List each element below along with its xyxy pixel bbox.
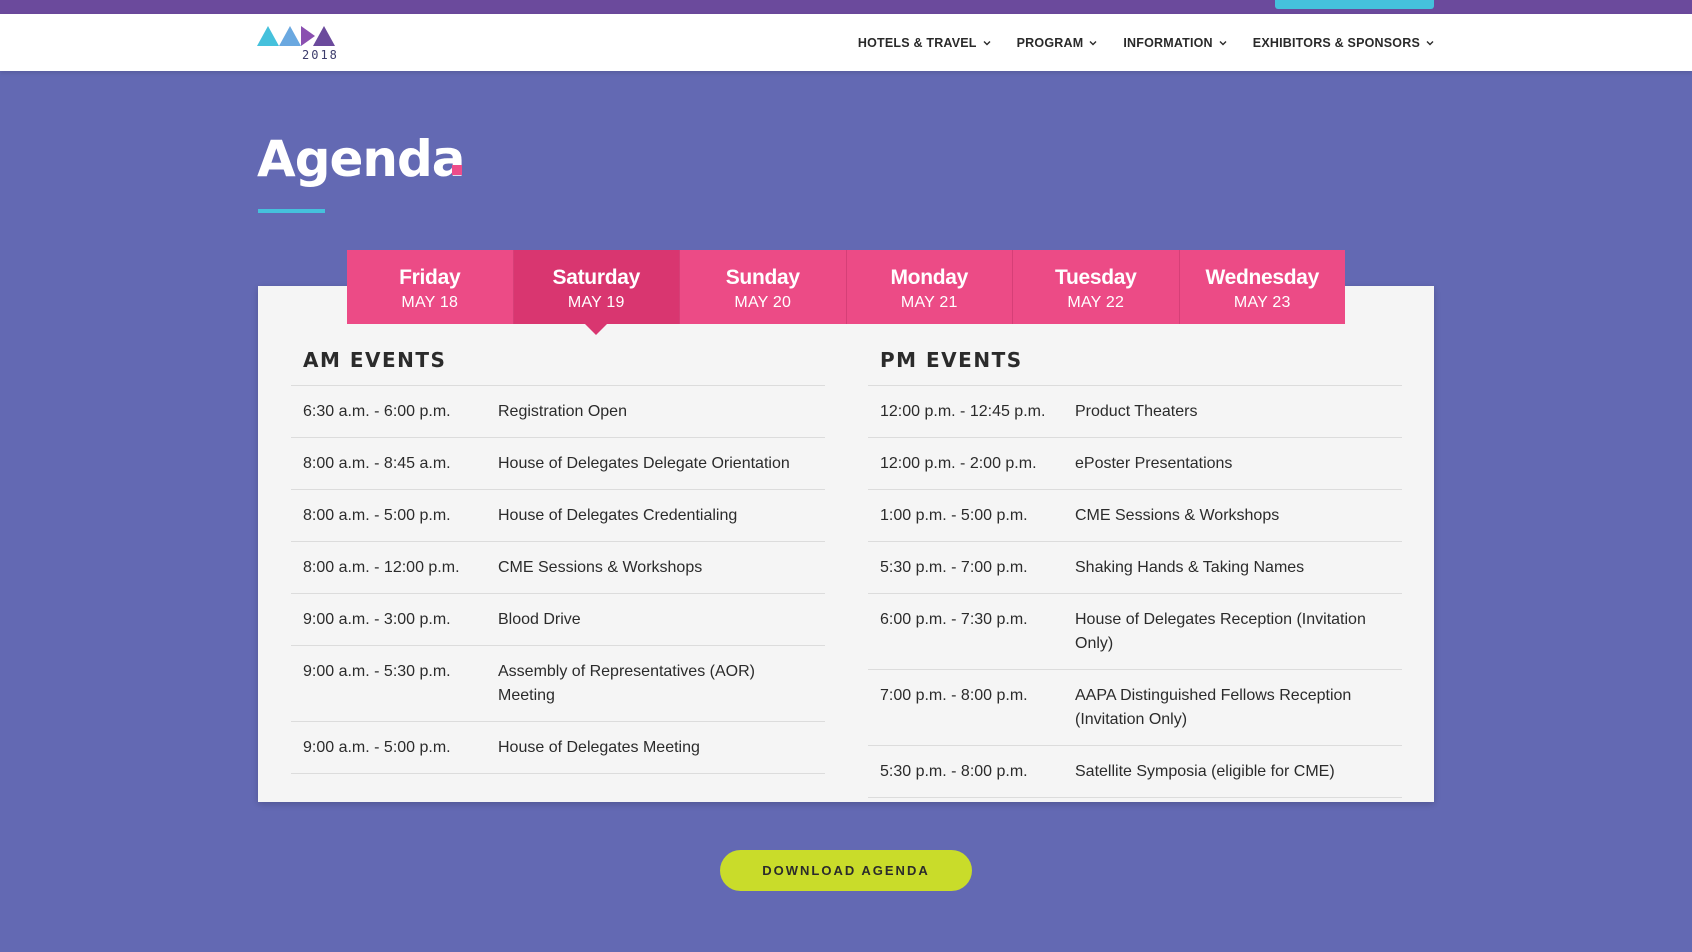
event-name: AAPA Distinguished Fellows Reception (In… [1075, 687, 1352, 728]
logo-year: 2018 [302, 48, 339, 62]
list-item: 9:00 a.m. - 5:00 p.m. House of Delegates… [291, 722, 825, 774]
day-tabs: Friday MAY 18 Saturday MAY 19 Sunday MAY… [347, 250, 1345, 335]
main-nav: HOTELS & TRAVEL PROGRAM INFORMATION EXHI… [858, 14, 1434, 71]
tab-date: MAY 23 [1233, 294, 1291, 311]
list-item: 8:00 a.m. - 5:00 p.m. House of Delegates… [291, 490, 825, 542]
tab-day: Monday [890, 266, 969, 289]
title-accent-dot [452, 165, 462, 175]
event-time: 7:00 p.m. - 8:00 p.m. [880, 687, 1028, 704]
list-item: 12:00 p.m. - 12:45 p.m. Product Theaters [868, 386, 1402, 438]
top-cta-button[interactable] [1275, 0, 1434, 9]
tab-sunday[interactable]: Sunday MAY 20 [680, 250, 847, 324]
tab-day: Wednesday [1205, 266, 1320, 289]
event-name: Registration Open [498, 403, 627, 420]
tab-day: Friday [399, 266, 461, 289]
pm-events-column: PM EVENTS 12:00 p.m. - 12:45 p.m. Produc… [868, 348, 1402, 798]
event-name: Blood Drive [498, 611, 581, 628]
list-item: 5:30 p.m. - 8:00 p.m. Satellite Symposia… [868, 746, 1402, 798]
tab-date: MAY 18 [401, 294, 459, 311]
event-name: Product Theaters [1075, 403, 1198, 420]
chevron-down-icon [983, 40, 991, 45]
event-time: 9:00 a.m. - 5:00 p.m. [303, 739, 451, 756]
event-time: 1:00 p.m. - 5:00 p.m. [880, 507, 1028, 524]
nav-label: INFORMATION [1123, 35, 1213, 50]
tab-day: Sunday [725, 266, 800, 289]
tab-wednesday[interactable]: Wednesday MAY 23 [1179, 250, 1345, 324]
event-time: 5:30 p.m. - 8:00 p.m. [880, 763, 1028, 780]
event-name: Shaking Hands & Taking Names [1075, 559, 1305, 576]
list-item: 5:30 p.m. - 7:00 p.m. Shaking Hands & Ta… [868, 542, 1402, 594]
am-events-column: AM EVENTS 6:30 a.m. - 6:00 p.m. Registra… [291, 348, 825, 774]
event-name: CME Sessions & Workshops [1075, 507, 1280, 524]
event-time: 12:00 p.m. - 12:45 p.m. [880, 403, 1046, 420]
pm-events-heading: PM EVENTS [880, 348, 1023, 372]
aapa-logo[interactable]: 2018 [257, 22, 347, 68]
list-item: 8:00 a.m. - 8:45 a.m. House of Delegates… [291, 438, 825, 490]
tab-date: MAY 20 [734, 294, 792, 311]
list-item: 8:00 a.m. - 12:00 p.m. CME Sessions & Wo… [291, 542, 825, 594]
site-header: 2018 HOTELS & TRAVEL PROGRAM INFORMATION… [0, 14, 1692, 71]
list-item: 12:00 p.m. - 2:00 p.m. ePoster Presentat… [868, 438, 1402, 490]
title-underline [258, 209, 325, 213]
am-events-list: 6:30 a.m. - 6:00 p.m. Registration Open … [291, 385, 825, 774]
nav-program[interactable]: PROGRAM [1017, 36, 1098, 50]
tab-tuesday[interactable]: Tuesday MAY 22 [1013, 250, 1180, 324]
nav-exhibitors-sponsors[interactable]: EXHIBITORS & SPONSORS [1253, 36, 1434, 50]
list-item: 9:00 a.m. - 3:00 p.m. Blood Drive [291, 594, 825, 646]
chevron-down-icon [1089, 40, 1097, 45]
tab-friday[interactable]: Friday MAY 18 [347, 250, 514, 324]
nav-label: PROGRAM [1016, 35, 1084, 50]
event-name: Assembly of Representatives (AOR) Meetin… [498, 663, 755, 704]
active-tab-caret-icon [585, 324, 608, 335]
am-events-heading: AM EVENTS [303, 348, 447, 372]
event-name: House of Delegates Delegate Orientation [498, 455, 790, 472]
nav-label: HOTELS & TRAVEL [857, 35, 977, 50]
event-name: Satellite Symposia (eligible for CME) [1075, 763, 1335, 780]
nav-hotels-travel[interactable]: HOTELS & TRAVEL [858, 36, 991, 50]
top-strip [0, 0, 1692, 14]
event-name: House of Delegates Credentialing [498, 507, 738, 524]
event-name: CME Sessions & Workshops [498, 559, 703, 576]
tab-day: Tuesday [1054, 266, 1137, 289]
event-time: 6:00 p.m. - 7:30 p.m. [880, 611, 1028, 628]
tab-date: MAY 21 [900, 294, 958, 311]
event-time: 5:30 p.m. - 7:00 p.m. [880, 559, 1028, 576]
list-item: 1:00 p.m. - 5:00 p.m. CME Sessions & Wor… [868, 490, 1402, 542]
chevron-down-icon [1219, 40, 1227, 45]
nav-label: EXHIBITORS & SPONSORS [1252, 35, 1420, 50]
event-time: 8:00 a.m. - 8:45 a.m. [303, 455, 451, 472]
chevron-down-icon [1426, 40, 1434, 45]
tab-saturday[interactable]: Saturday MAY 19 [513, 250, 680, 335]
tab-monday[interactable]: Monday MAY 21 [846, 250, 1013, 324]
event-time: 8:00 a.m. - 5:00 p.m. [303, 507, 451, 524]
nav-information[interactable]: INFORMATION [1123, 35, 1227, 50]
event-time: 9:00 a.m. - 5:30 p.m. [303, 663, 451, 680]
tab-date: MAY 22 [1067, 294, 1125, 311]
event-time: 12:00 p.m. - 2:00 p.m. [880, 455, 1037, 472]
pm-events-list: 12:00 p.m. - 12:45 p.m. Product Theaters… [868, 385, 1402, 798]
tab-day: Saturday [552, 266, 641, 289]
event-name: ePoster Presentations [1075, 455, 1233, 472]
list-item: 6:00 p.m. - 7:30 p.m. House of Delegates… [868, 594, 1402, 670]
event-time: 9:00 a.m. - 3:00 p.m. [303, 611, 451, 628]
event-time: 6:30 a.m. - 6:00 p.m. [303, 403, 451, 420]
list-item: 9:00 a.m. - 5:30 p.m. Assembly of Repres… [291, 646, 825, 722]
tab-date: MAY 19 [567, 294, 625, 311]
event-time: 8:00 a.m. - 12:00 p.m. [303, 559, 460, 576]
page-title: Agenda [257, 130, 466, 188]
list-item: 6:30 a.m. - 6:00 p.m. Registration Open [291, 386, 825, 438]
event-name: House of Delegates Meeting [498, 739, 700, 756]
event-name: House of Delegates Reception (Invitation… [1075, 611, 1366, 652]
download-agenda-button[interactable]: DOWNLOAD AGENDA [720, 850, 972, 891]
list-item: 7:00 p.m. - 8:00 p.m. AAPA Distinguished… [868, 670, 1402, 746]
